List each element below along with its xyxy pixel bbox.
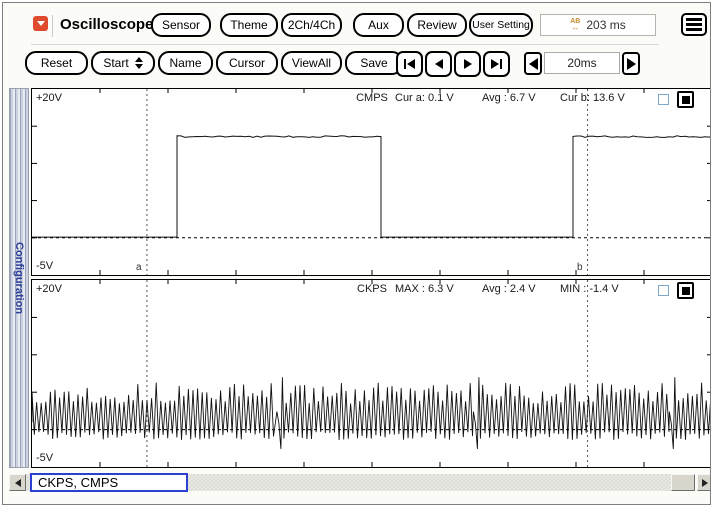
cmps-avg-stat: Avg : 6.7 V: [482, 92, 536, 104]
cursor-a-label[interactable]: a: [136, 262, 142, 273]
name-button[interactable]: Name: [158, 51, 213, 75]
triangle-right-icon: [491, 59, 499, 69]
toolbar-separator: [31, 44, 659, 45]
timebase-value[interactable]: 20ms: [544, 52, 620, 74]
configuration-sidebar-tab[interactable]: Configuration: [9, 88, 29, 468]
triangle-right-icon: [464, 59, 472, 69]
start-spinner-icon[interactable]: [135, 57, 143, 69]
scrollbar-thumb[interactable]: [671, 474, 695, 491]
step-forward-button[interactable]: [454, 51, 481, 77]
ckps-vmin-label: -5V: [36, 452, 53, 464]
ckps-secondary-checkbox[interactable]: [658, 285, 669, 296]
ckps-max-stat: MAX : 6.3 V: [395, 283, 454, 295]
sensor-button[interactable]: Sensor: [151, 13, 211, 37]
timebase-increase-button[interactable]: [622, 52, 640, 75]
channel-panel-ckps[interactable]: +20V CKPS MAX : 6.3 V Avg : 2.4 V MIN : …: [31, 279, 711, 468]
cmps-secondary-checkbox[interactable]: [658, 94, 669, 105]
scroll-right-button[interactable]: [697, 474, 711, 491]
ckps-min-stat: MIN : -1.4 V: [560, 283, 619, 295]
oscilloscope-window: Oscilloscope Sensor Theme 2Ch/4Ch Aux Re…: [2, 2, 711, 505]
ckps-waveform-plot[interactable]: [32, 280, 711, 467]
active-channels-label: CKPS, CMPS: [30, 473, 188, 492]
ab-range-icon: AB↔: [570, 19, 580, 31]
aux-button[interactable]: Aux: [353, 13, 404, 37]
triangle-left-icon: [15, 479, 21, 487]
save-button[interactable]: Save: [345, 51, 403, 75]
reset-button[interactable]: Reset: [25, 51, 88, 75]
caret-down-icon: [37, 21, 45, 26]
cmps-cursor-b-stat: Cur b: 13.6 V: [560, 92, 625, 104]
cursor-time-value: 203 ms: [586, 18, 625, 32]
checkbox-fill-icon: [682, 287, 690, 295]
triangle-right-icon: [702, 479, 708, 487]
user-setting-button[interactable]: User Setting: [469, 13, 533, 37]
ckps-visibility-checkbox[interactable]: [677, 282, 694, 299]
app-menu-icon[interactable]: [33, 16, 48, 31]
theme-button[interactable]: Theme: [220, 13, 278, 37]
triangle-right-icon: [627, 58, 636, 70]
start-button[interactable]: Start: [91, 51, 155, 75]
cursor-button[interactable]: Cursor: [216, 51, 278, 75]
triangle-left-icon: [435, 59, 443, 69]
cmps-cursor-a-stat: Cur a: 0.1 V: [395, 92, 454, 104]
viewall-button[interactable]: ViewAll: [281, 51, 342, 75]
skip-first-button[interactable]: [396, 51, 423, 77]
cmps-waveform-plot[interactable]: [32, 89, 711, 275]
cmps-visibility-checkbox[interactable]: [677, 91, 694, 108]
triangle-left-icon: [407, 59, 415, 69]
scroll-left-button[interactable]: [9, 474, 26, 491]
bar-icon: [500, 59, 502, 69]
title-divider: [52, 15, 53, 37]
start-button-label: Start: [103, 56, 128, 70]
review-button[interactable]: Review: [407, 13, 467, 37]
timebase-decrease-button[interactable]: [524, 52, 542, 75]
cmps-vmin-label: -5V: [36, 260, 53, 272]
channel-mode-button[interactable]: 2Ch/4Ch: [281, 13, 342, 37]
channel-panel-cmps[interactable]: +20V CMPS Cur a: 0.1 V Avg : 6.7 V Cur b…: [31, 88, 711, 276]
step-back-button[interactable]: [425, 51, 452, 77]
skip-last-button[interactable]: [483, 51, 510, 77]
hamburger-menu-icon[interactable]: [681, 13, 707, 36]
cursor-b-label[interactable]: b: [577, 262, 583, 273]
bar-icon: [404, 59, 406, 69]
cursor-time-display: AB↔ 203 ms: [540, 14, 656, 36]
checkbox-fill-icon: [682, 96, 690, 104]
ckps-avg-stat: Avg : 2.4 V: [482, 283, 536, 295]
app-title: Oscilloscope: [60, 16, 153, 33]
triangle-left-icon: [529, 58, 538, 70]
configuration-sidebar-label: Configuration: [13, 242, 25, 314]
